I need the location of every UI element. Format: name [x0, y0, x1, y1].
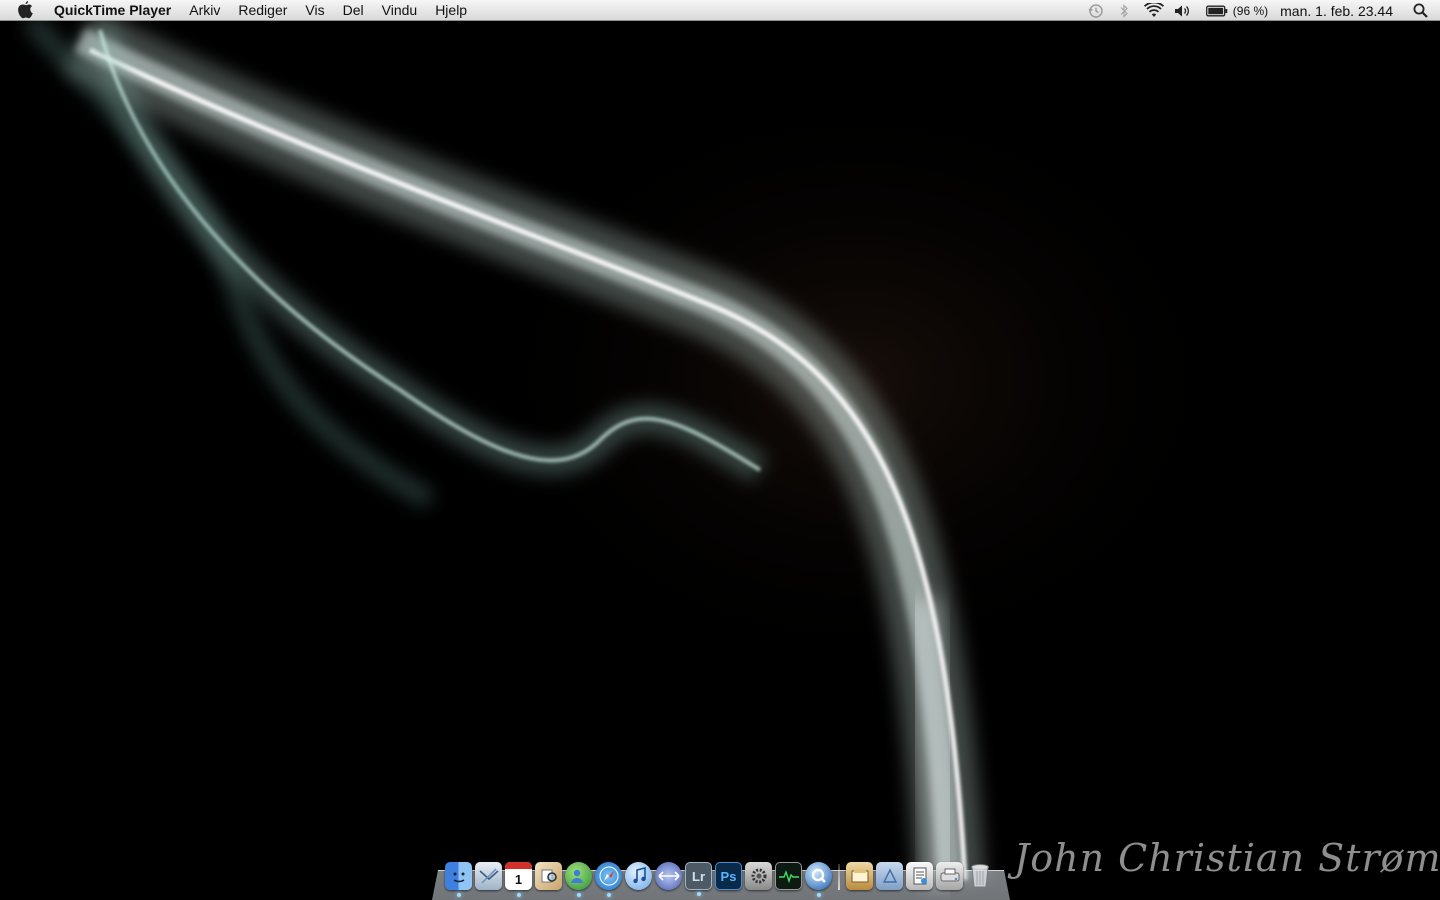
mail-icon[interactable] — [475, 862, 502, 890]
applications-folder-icon[interactable] — [876, 862, 903, 890]
lightroom-icon[interactable]: Lr — [685, 862, 712, 896]
preview-icon[interactable] — [535, 862, 562, 890]
menu-bar: QuickTime Player Arkiv Rediger Vis Del V… — [0, 0, 1440, 21]
menu-del[interactable]: Del — [334, 0, 373, 21]
lightroom-label: Lr — [692, 868, 705, 884]
menu-hjelp[interactable]: Hjelp — [426, 0, 476, 21]
safari-icon[interactable] — [595, 862, 622, 897]
running-indicator — [816, 893, 821, 897]
photoshop-icon[interactable]: Ps — [715, 862, 742, 890]
finder-icon[interactable] — [445, 862, 472, 897]
calendar-icon[interactable]: 1 — [505, 862, 532, 897]
bluetooth-icon[interactable] — [1115, 0, 1133, 21]
running-indicator — [606, 893, 611, 897]
chat-icon[interactable] — [565, 862, 592, 897]
itunes-icon[interactable] — [625, 862, 652, 890]
photoshop-label: Ps — [720, 868, 737, 884]
wallpaper-smoke-image — [0, 0, 1440, 900]
menu-vis[interactable]: Vis — [296, 0, 333, 21]
menu-extras: (96 %) man. 1. feb. 23.44 — [1085, 0, 1440, 21]
downloads-stack-icon[interactable] — [906, 862, 933, 890]
activity-monitor-icon[interactable] — [775, 862, 802, 890]
volume-icon[interactable] — [1171, 0, 1193, 21]
running-indicator — [696, 892, 701, 896]
dock: 1 Lr Ps — [445, 858, 996, 897]
dock-separator — [838, 864, 840, 890]
time-machine-icon[interactable] — [1085, 0, 1107, 21]
menu-clock[interactable]: man. 1. feb. 23.44 — [1280, 3, 1393, 19]
menu-vindu[interactable]: Vindu — [373, 0, 427, 21]
menu-rediger[interactable]: Rediger — [229, 0, 296, 21]
battery-icon[interactable] — [1205, 0, 1229, 21]
desktop: QuickTime Player Arkiv Rediger Vis Del V… — [0, 0, 1440, 900]
gear-icon[interactable] — [745, 862, 772, 890]
menu-arkiv[interactable]: Arkiv — [180, 0, 229, 21]
apple-menu-icon[interactable] — [17, 0, 37, 20]
running-indicator — [576, 893, 581, 897]
app-menu-quicktime[interactable]: QuickTime Player — [50, 0, 180, 21]
battery-percent[interactable]: (96 %) — [1233, 4, 1268, 18]
running-indicator — [456, 893, 461, 897]
spotlight-search-icon[interactable] — [1411, 0, 1429, 21]
printer-icon[interactable] — [936, 862, 963, 890]
documents-stack-icon[interactable] — [846, 862, 873, 890]
trash-icon[interactable] — [966, 862, 993, 890]
calendar-date: 1 — [514, 871, 523, 887]
wifi-icon[interactable] — [1143, 0, 1165, 21]
wallpaper-signature: John Christian Strømberg — [1014, 836, 1440, 880]
running-indicator — [516, 893, 521, 897]
sync-icon[interactable] — [655, 862, 682, 890]
quicktime-icon[interactable] — [805, 862, 832, 897]
